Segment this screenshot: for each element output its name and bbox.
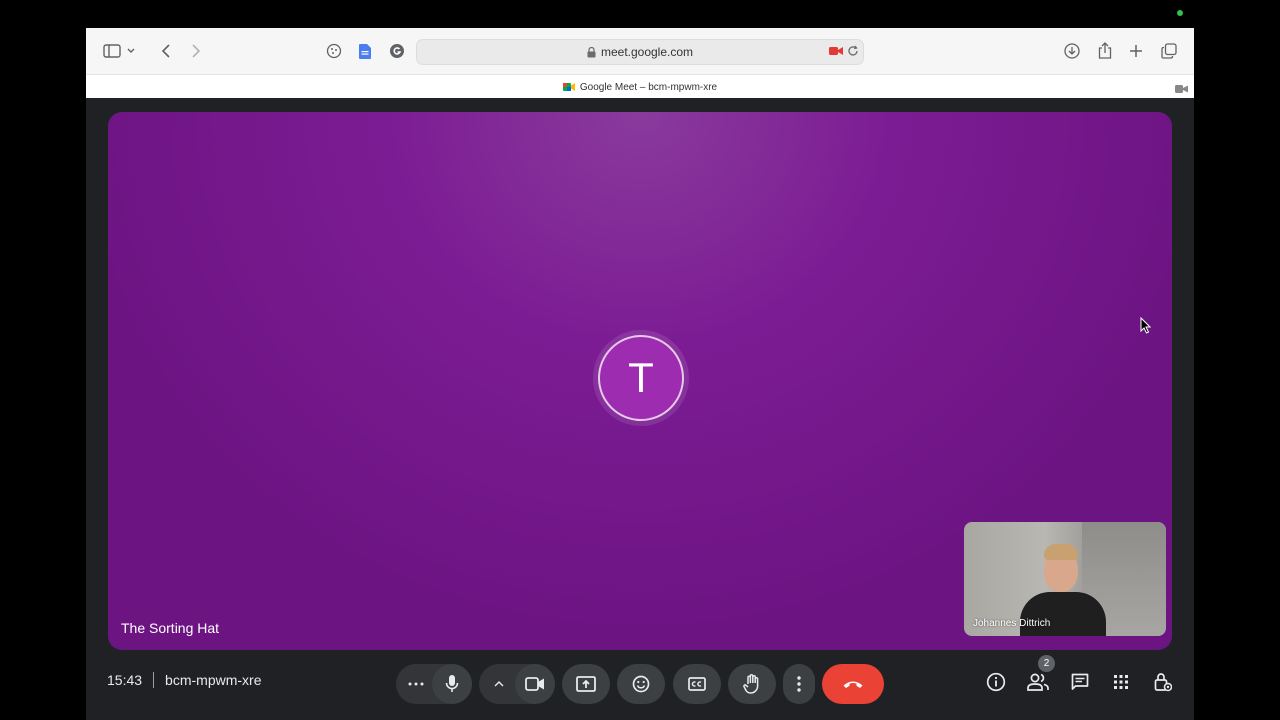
participant-count-badge: 2 bbox=[1038, 655, 1055, 672]
docs-extension-icon[interactable] bbox=[354, 40, 376, 62]
tab-camera-icon bbox=[1175, 81, 1188, 99]
tab-overview-icon[interactable] bbox=[1158, 40, 1180, 62]
meet-favicon-icon bbox=[562, 81, 575, 93]
microphone-button[interactable] bbox=[432, 664, 472, 704]
meeting-controls-bar: 15:43 bcm-mpwm-xre 2 bbox=[86, 652, 1194, 720]
captions-button[interactable] bbox=[673, 664, 721, 704]
grammarly-icon[interactable] bbox=[386, 40, 408, 62]
divider bbox=[153, 672, 155, 688]
reload-icon[interactable] bbox=[847, 45, 859, 60]
avatar-ring: T bbox=[593, 330, 689, 426]
browser-toolbar: meet.google.com bbox=[86, 28, 1194, 74]
video-options-button[interactable] bbox=[479, 664, 519, 704]
emoji-icon bbox=[632, 675, 650, 693]
meeting-info: 15:43 bcm-mpwm-xre bbox=[107, 668, 262, 692]
camera-indicator bbox=[1177, 10, 1183, 16]
microphone-icon bbox=[445, 674, 459, 694]
host-controls-icon bbox=[1154, 672, 1173, 697]
people-icon bbox=[1027, 673, 1049, 696]
info-icon bbox=[986, 672, 1006, 697]
activities-icon bbox=[1113, 674, 1129, 695]
present-screen-icon bbox=[576, 676, 596, 692]
present-button[interactable] bbox=[562, 664, 610, 704]
audio-options-button[interactable] bbox=[396, 664, 436, 704]
meeting-code: bcm-mpwm-xre bbox=[165, 672, 262, 688]
address-bar[interactable]: meet.google.com bbox=[416, 39, 864, 65]
host-controls-button[interactable] bbox=[1152, 672, 1174, 697]
self-view-tile[interactable]: Johannes Dittrich bbox=[964, 522, 1166, 636]
sidebar-toggle-icon[interactable] bbox=[101, 40, 123, 62]
forward-icon[interactable] bbox=[185, 40, 207, 62]
browser-window: meet.google.com Google Meet – bcm-mpwm-x… bbox=[86, 28, 1194, 720]
self-view-person-body bbox=[1020, 592, 1106, 636]
camera-button[interactable] bbox=[515, 664, 555, 704]
more-options-icon bbox=[408, 682, 424, 686]
url-text: meet.google.com bbox=[600, 45, 694, 59]
meeting-time: 15:43 bbox=[107, 672, 143, 688]
tab-active[interactable]: Google Meet – bcm-mpwm-xre bbox=[86, 75, 1194, 99]
meet-stage: T The Sorting Hat Johannes Dittrich 15:4… bbox=[86, 98, 1194, 720]
back-icon[interactable] bbox=[155, 40, 177, 62]
self-view-person-hair bbox=[1044, 544, 1078, 560]
reactions-button[interactable] bbox=[617, 664, 665, 704]
activities-button[interactable] bbox=[1110, 673, 1132, 695]
more-options-button[interactable] bbox=[783, 664, 815, 704]
lock-icon bbox=[587, 46, 596, 58]
screen: meet.google.com Google Meet – bcm-mpwm-x… bbox=[0, 0, 1280, 720]
captions-icon bbox=[688, 677, 706, 691]
camera-in-use-icon[interactable] bbox=[829, 45, 843, 59]
main-participant-name: The Sorting Hat bbox=[121, 620, 220, 636]
raise-hand-icon bbox=[743, 674, 761, 694]
hang-up-icon bbox=[842, 679, 864, 689]
tab-bar: Google Meet – bcm-mpwm-xre bbox=[86, 74, 1194, 100]
chevron-up-icon bbox=[494, 681, 504, 687]
people-button[interactable] bbox=[1027, 673, 1049, 695]
leave-call-button[interactable] bbox=[822, 664, 884, 704]
downloads-icon[interactable] bbox=[1061, 40, 1083, 62]
new-tab-icon[interactable] bbox=[1125, 40, 1147, 62]
mouse-pointer-icon bbox=[1140, 316, 1152, 339]
share-icon[interactable] bbox=[1094, 39, 1116, 61]
chat-button[interactable] bbox=[1069, 673, 1091, 695]
raise-hand-button[interactable] bbox=[728, 664, 776, 704]
chat-icon bbox=[1071, 673, 1089, 696]
self-participant-name: Johannes Dittrich bbox=[973, 618, 1051, 629]
camera-icon bbox=[525, 677, 545, 691]
tab-title-text: Google Meet – bcm-mpwm-xre bbox=[579, 81, 718, 93]
meeting-details-button[interactable] bbox=[985, 672, 1007, 697]
chevron-down-icon[interactable] bbox=[125, 40, 137, 62]
more-vert-icon bbox=[797, 676, 801, 692]
avatar: T bbox=[598, 335, 684, 421]
privacy-report-icon[interactable] bbox=[323, 40, 345, 62]
